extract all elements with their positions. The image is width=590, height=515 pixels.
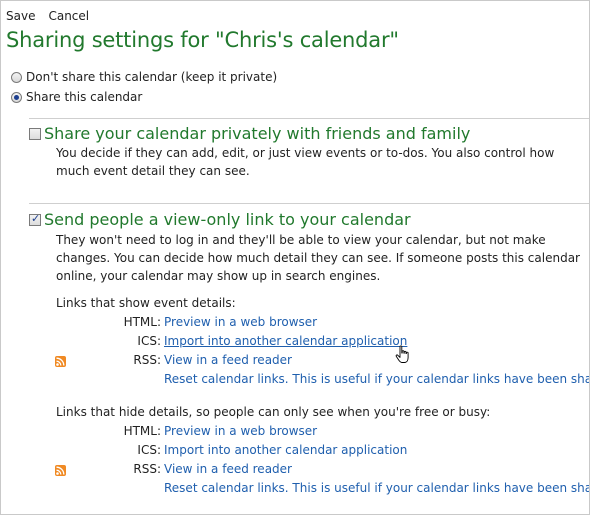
friends-section-title: Share your calendar privately with frien… bbox=[44, 124, 471, 143]
private-option[interactable]: Don't share this calendar (keep it priva… bbox=[11, 70, 277, 84]
details-rss-row: RSS: View in a feed reader bbox=[1, 353, 589, 371]
ics-label: ICS: bbox=[137, 334, 161, 348]
friends-section-header[interactable]: Share your calendar privately with frien… bbox=[29, 124, 470, 143]
share-radio[interactable] bbox=[11, 91, 22, 103]
busy-reset-links[interactable]: Reset calendar links. This is useful if … bbox=[164, 481, 589, 495]
section-divider bbox=[29, 118, 589, 119]
rss-icon bbox=[55, 356, 66, 367]
viewonly-section-description: They won't need to log in and they'll be… bbox=[56, 233, 580, 283]
rss-icon bbox=[55, 465, 66, 476]
details-ics-row: ICS: Import into another calendar applic… bbox=[1, 334, 589, 352]
section-divider bbox=[29, 203, 589, 204]
friends-section: Share your calendar privately with frien… bbox=[29, 118, 589, 198]
save-button[interactable]: Save bbox=[6, 9, 35, 23]
page-title: Sharing settings for "Chris's calendar" bbox=[6, 28, 399, 52]
share-option-label: Share this calendar bbox=[26, 90, 143, 104]
friends-checkbox[interactable] bbox=[29, 127, 41, 140]
private-radio[interactable] bbox=[11, 71, 22, 83]
busy-links-heading: Links that hide details, so people can o… bbox=[56, 405, 491, 419]
html-label: HTML: bbox=[123, 424, 161, 438]
friends-section-description: You decide if they can add, edit, or jus… bbox=[56, 146, 555, 178]
rss-label: RSS: bbox=[133, 353, 161, 367]
details-reset-links[interactable]: Reset calendar links. This is useful if … bbox=[164, 372, 589, 386]
details-html-preview-link[interactable]: Preview in a web browser bbox=[164, 315, 317, 329]
viewonly-section-title: Send people a view-only link to your cal… bbox=[44, 210, 411, 229]
busy-rss-feed-link[interactable]: View in a feed reader bbox=[164, 462, 292, 476]
html-label: HTML: bbox=[123, 315, 161, 329]
rss-label: RSS: bbox=[133, 462, 161, 476]
viewonly-section-header[interactable]: Send people a view-only link to your cal… bbox=[29, 210, 411, 229]
share-option[interactable]: Share this calendar bbox=[11, 90, 142, 104]
sharing-settings-panel: Save Cancel Sharing settings for "Chris'… bbox=[0, 0, 590, 515]
busy-html-preview-link[interactable]: Preview in a web browser bbox=[164, 424, 317, 438]
viewonly-checkbox[interactable] bbox=[29, 212, 41, 226]
ics-label: ICS: bbox=[137, 443, 161, 457]
details-ics-import-link[interactable]: Import into another calendar application bbox=[164, 334, 407, 348]
toolbar: Save Cancel bbox=[6, 9, 89, 23]
details-html-row: HTML: Preview in a web browser bbox=[1, 315, 589, 333]
private-option-label: Don't share this calendar (keep it priva… bbox=[26, 70, 278, 84]
details-rss-feed-link[interactable]: View in a feed reader bbox=[164, 353, 292, 367]
details-links-heading: Links that show event details: bbox=[56, 296, 236, 310]
busy-ics-import-link[interactable]: Import into another calendar application bbox=[164, 443, 407, 457]
cancel-button[interactable]: Cancel bbox=[48, 9, 89, 23]
busy-html-row: HTML: Preview in a web browser bbox=[1, 424, 589, 442]
busy-ics-row: ICS: Import into another calendar applic… bbox=[1, 443, 589, 461]
busy-rss-row: RSS: View in a feed reader bbox=[1, 462, 589, 480]
hand-pointer-icon bbox=[395, 345, 411, 368]
